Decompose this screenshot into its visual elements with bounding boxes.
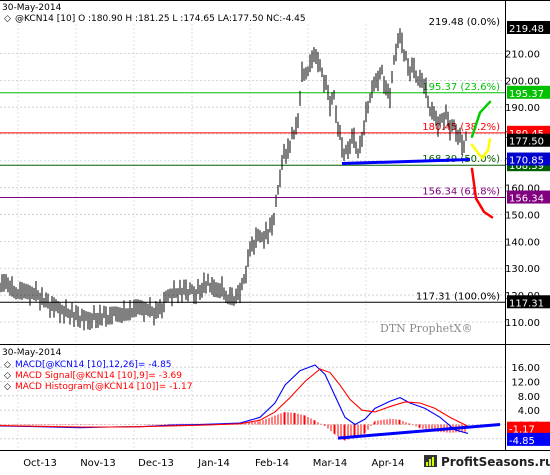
legend-entry: MACD Signal[@KCN14 [10],9]= -3.69: [15, 371, 182, 381]
legend-entry: MACD[@KCN14 [10],12,26]= -4.85: [15, 360, 172, 370]
month-tick-label: Oct-13: [23, 458, 57, 469]
legend-marker-icon: ◇: [4, 371, 11, 381]
level-tag-text-low: 117.31: [509, 298, 544, 309]
watermark: DTN ProphetX®: [380, 322, 472, 335]
month-tick-label: Jan-14: [197, 458, 230, 469]
price-tick-label: 140.00: [505, 237, 540, 248]
logo-text: ProfitSeasons.ru: [441, 455, 550, 469]
price-panel-date: 30-May-2014: [2, 3, 62, 13]
month-tick-label: Feb-14: [255, 458, 289, 469]
price-tick-label: 110.00: [505, 318, 540, 329]
month-tick-label: Mar-14: [313, 458, 348, 469]
price-tick-label: 210.00: [505, 50, 540, 61]
macd-tick-label: 12.00: [511, 378, 540, 389]
level-tag-text-fib_236: 195.37: [509, 89, 544, 100]
level-label-fib_382: 180.45 (38.2%): [422, 122, 500, 133]
level-tag-text-fib_618: 156.34: [509, 194, 544, 205]
level-label-fib_236: 195.37 (23.6%): [422, 82, 500, 93]
macd-panel-date: 30-May-2014: [2, 348, 62, 358]
legend-marker-icon: ◇: [4, 360, 11, 370]
macd-tick-label: 16.00: [511, 363, 540, 374]
macd-tag-text: -4.85: [509, 436, 535, 447]
legend-entry: MACD Histogram[@KCN14 [10]]= -1.17: [15, 382, 192, 392]
month-tick-label: Nov-13: [80, 458, 116, 469]
macd-tick-label: 4.00: [518, 406, 540, 417]
trend-tag-text: 170.85: [509, 156, 544, 167]
level-label-low: 117.31 (100.0%): [416, 291, 500, 302]
level-tag-text-high: 219.48: [509, 24, 544, 35]
last-price-tag-text: 177.50: [509, 137, 544, 148]
symbol-ohlc-line: @KCN14 [10] O :180.90 H :181.25 L :174.6…: [15, 14, 306, 24]
collapse-icon[interactable]: ◇: [4, 14, 11, 24]
chart-canvas: 30-May-2014 ◇ @KCN14 [10] O :180.90 H :1…: [0, 0, 550, 471]
price-tick-label: 200.00: [505, 76, 540, 87]
month-tick-label: Apr-14: [372, 458, 405, 469]
price-tick-label: 150.00: [505, 211, 540, 222]
month-tick-label: Dec-13: [138, 458, 174, 469]
site-logo: ProfitSeasons.ru: [418, 452, 550, 471]
price-tick-label: 190.00: [505, 103, 540, 114]
macd-tick-label: 8.00: [518, 392, 540, 403]
price-tick-label: 130.00: [505, 264, 540, 275]
chart-window: 30-May-2014 ◇ @KCN14 [10] O :180.90 H :1…: [0, 0, 550, 471]
level-label-high: 219.48 (0.0%): [429, 17, 500, 28]
legend-marker-icon: ◇: [4, 382, 11, 392]
level-label-fib_618: 156.34 (61.8%): [422, 187, 500, 198]
